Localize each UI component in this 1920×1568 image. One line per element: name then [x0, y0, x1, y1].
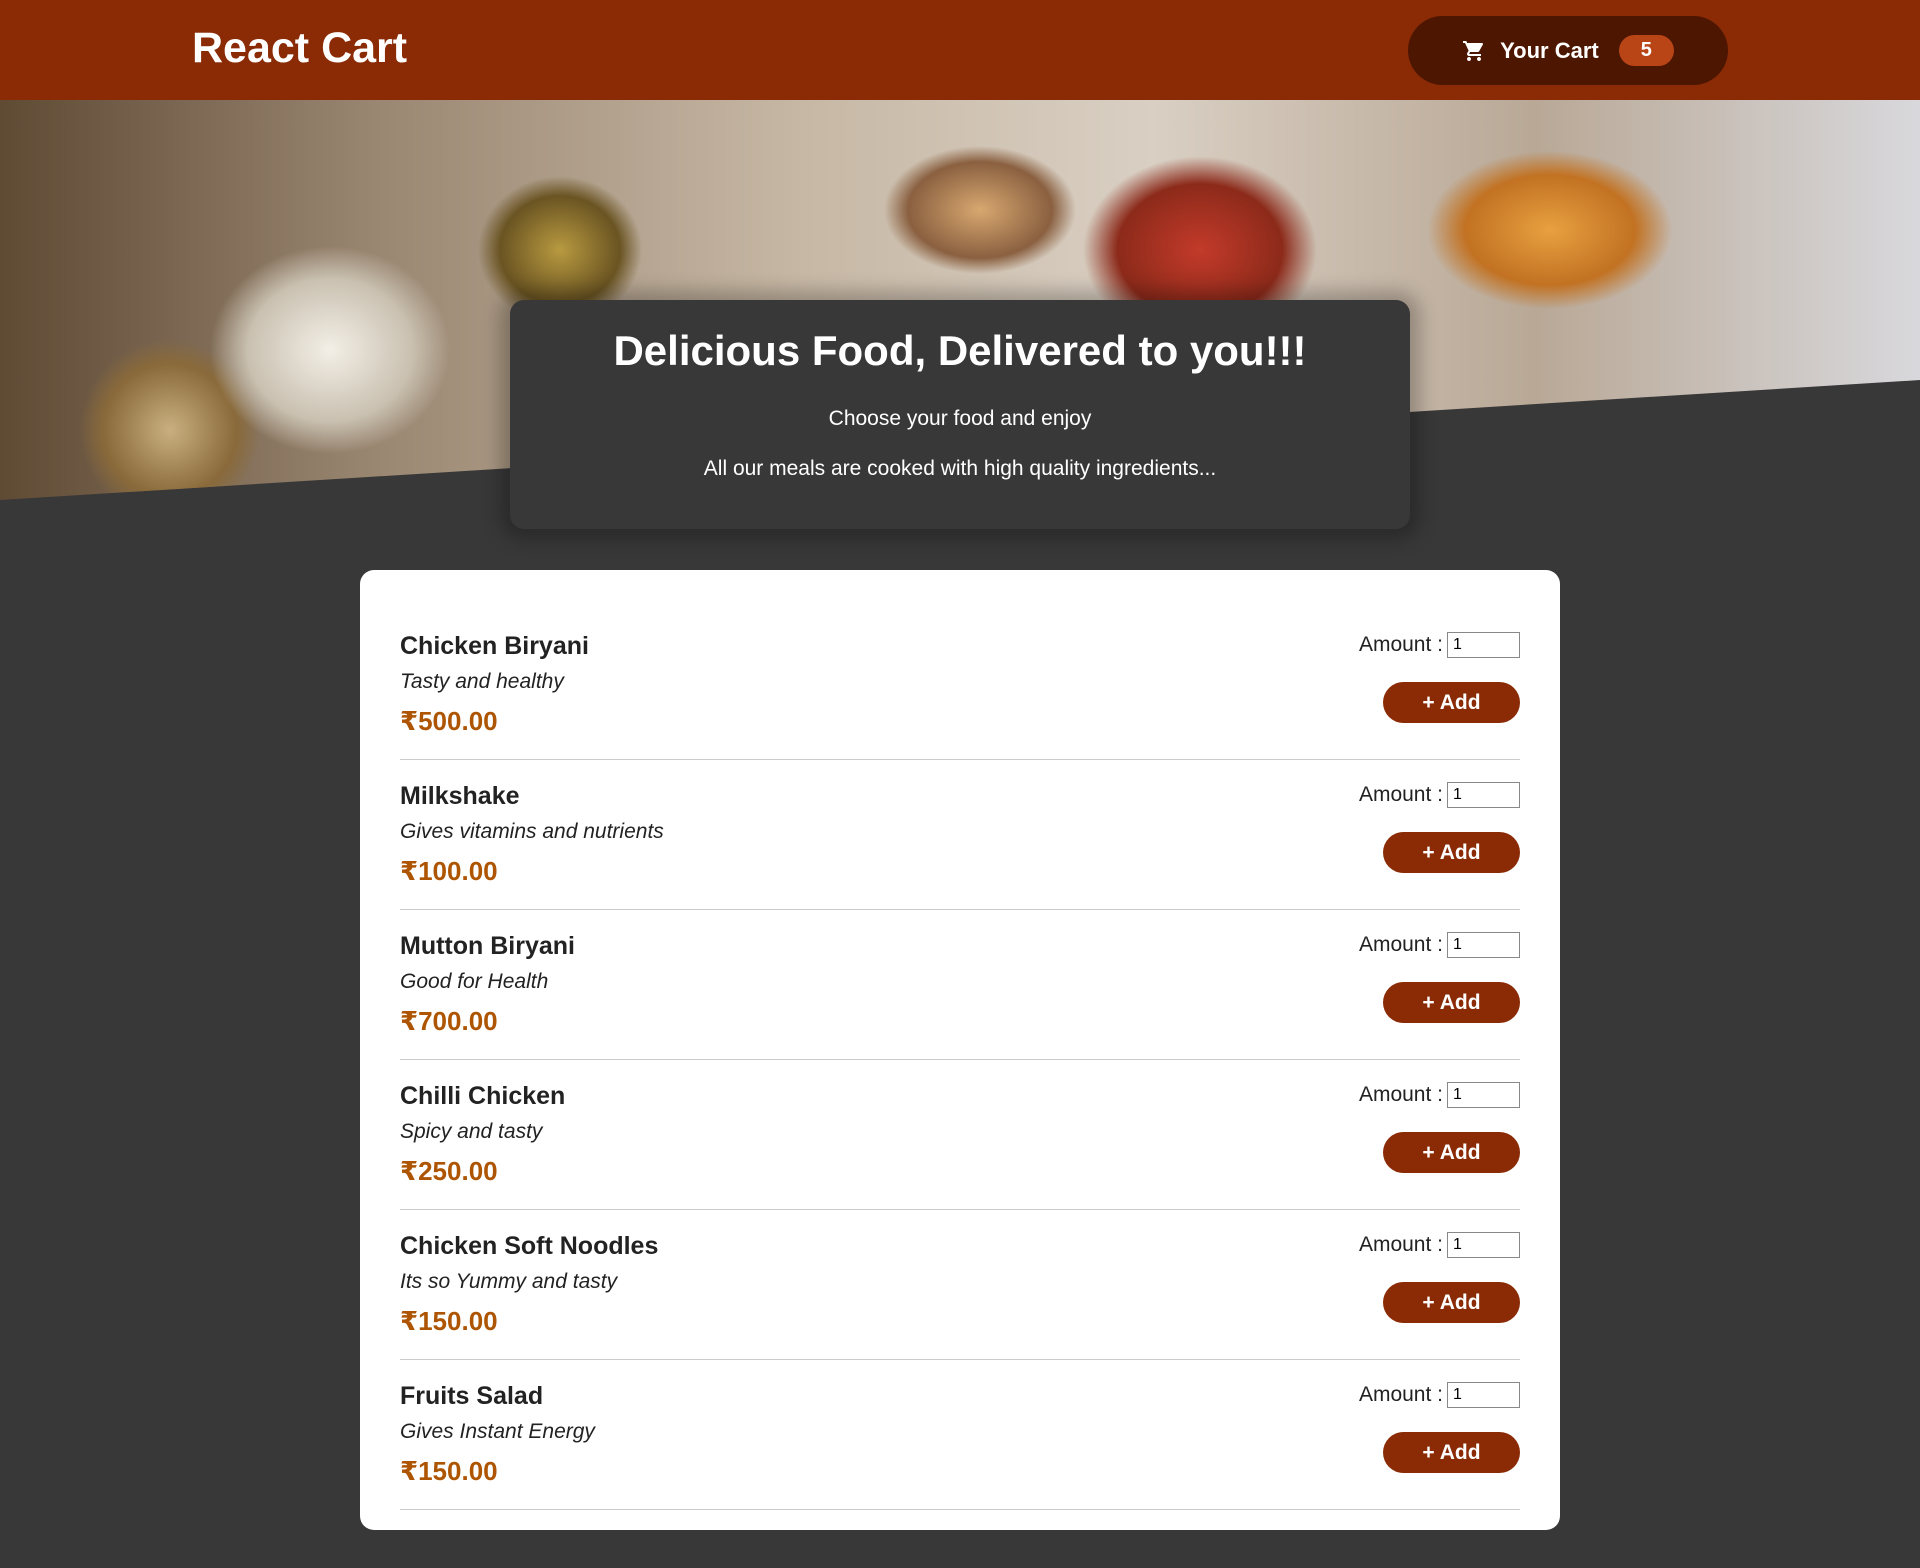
- meal-name: Chilli Chicken: [400, 1082, 566, 1110]
- meal-item: Fruits Salad Gives Instant Energy ₹150.0…: [400, 1360, 1520, 1510]
- meal-description: Spicy and tasty: [400, 1120, 543, 1143]
- meal-name: Milkshake: [400, 782, 520, 810]
- amount-label: Amount :: [1358, 933, 1443, 956]
- hero-description: All our meals are cooked with high quali…: [703, 457, 1217, 480]
- amount-control: Amount :: [1359, 932, 1520, 958]
- add-to-cart-button[interactable]: + Add: [1383, 832, 1520, 873]
- meal-name: Fruits Salad: [400, 1382, 544, 1410]
- meal-description: Gives Instant Energy: [400, 1420, 595, 1443]
- amount-label: Amount :: [1358, 1083, 1443, 1106]
- amount-input[interactable]: [1447, 932, 1520, 958]
- add-to-cart-button[interactable]: + Add: [1383, 982, 1520, 1023]
- meal-item: Chilli Chicken Spicy and tasty ₹250.00 A…: [400, 1060, 1520, 1210]
- shopping-cart-icon: [1463, 40, 1484, 61]
- amount-control: Amount :: [1359, 1382, 1520, 1408]
- amount-input[interactable]: [1447, 1382, 1520, 1408]
- meal-price: ₹150.00: [400, 1456, 498, 1486]
- amount-input[interactable]: [1447, 1082, 1520, 1108]
- meals-list-card: Chicken Biryani Tasty and healthy ₹500.0…: [360, 570, 1560, 1530]
- meal-description: Tasty and healthy: [400, 670, 564, 693]
- amount-label: Amount :: [1358, 783, 1443, 806]
- cart-label: Your Cart: [1500, 37, 1599, 63]
- add-to-cart-button[interactable]: + Add: [1383, 1432, 1520, 1473]
- amount-input[interactable]: [1447, 782, 1520, 808]
- meal-name: Chicken Biryani: [400, 632, 589, 660]
- app-header: React Cart Your Cart 5: [0, 0, 1920, 100]
- hero-subtitle: Choose your food and enjoy: [828, 407, 1092, 430]
- app-title: React Cart: [192, 24, 408, 72]
- meal-price: ₹250.00: [400, 1156, 498, 1186]
- meal-description: Gives vitamins and nutrients: [400, 820, 664, 843]
- hero-summary-card: Delicious Food, Delivered to you!!! Choo…: [510, 300, 1410, 529]
- meal-item: Milkshake Gives vitamins and nutrients ₹…: [400, 760, 1520, 910]
- meal-description: Good for Health: [400, 970, 549, 993]
- hero-title: Delicious Food, Delivered to you!!!: [613, 327, 1307, 374]
- amount-control: Amount :: [1359, 782, 1520, 808]
- add-to-cart-button[interactable]: + Add: [1383, 682, 1520, 723]
- amount-input[interactable]: [1447, 1232, 1520, 1258]
- amount-label: Amount :: [1358, 633, 1443, 656]
- meal-description: Its so Yummy and tasty: [400, 1270, 618, 1293]
- meal-name: Chicken Soft Noodles: [400, 1232, 659, 1260]
- meal-item: Chicken Soft Noodles Its so Yummy and ta…: [400, 1210, 1520, 1360]
- meal-price: ₹100.00: [400, 856, 498, 886]
- amount-control: Amount :: [1359, 1082, 1520, 1108]
- amount-control: Amount :: [1359, 632, 1520, 658]
- amount-label: Amount :: [1358, 1383, 1443, 1406]
- add-to-cart-button[interactable]: + Add: [1383, 1132, 1520, 1173]
- meal-price: ₹150.00: [400, 1306, 498, 1336]
- meal-item: Mutton Biryani Good for Health ₹700.00 A…: [400, 910, 1520, 1060]
- meal-price: ₹700.00: [400, 1006, 498, 1036]
- cart-count-badge: 5: [1618, 35, 1674, 66]
- amount-control: Amount :: [1359, 1232, 1520, 1258]
- amount-input[interactable]: [1447, 632, 1520, 658]
- amount-label: Amount :: [1358, 1233, 1443, 1256]
- your-cart-button[interactable]: Your Cart 5: [1408, 16, 1728, 85]
- add-to-cart-button[interactable]: + Add: [1383, 1282, 1520, 1323]
- meal-item: Chicken Biryani Tasty and healthy ₹500.0…: [400, 610, 1520, 760]
- meal-name: Mutton Biryani: [400, 932, 575, 960]
- meal-price: ₹500.00: [400, 706, 498, 736]
